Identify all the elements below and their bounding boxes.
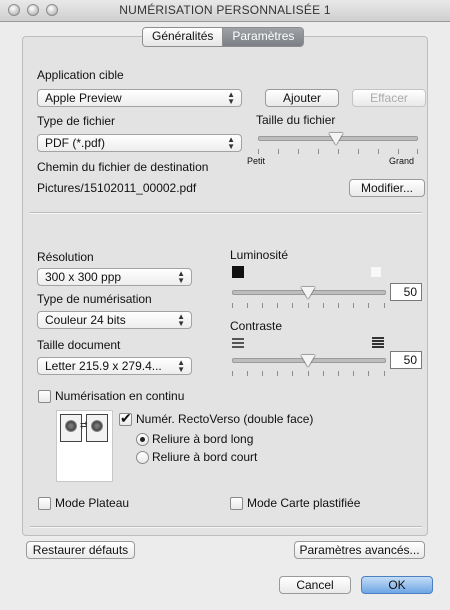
short-edge-radio[interactable] bbox=[136, 451, 149, 464]
duplex-checkbox[interactable] bbox=[119, 410, 132, 427]
long-edge-radio[interactable] bbox=[136, 433, 149, 446]
target-app-value: Apple Preview bbox=[45, 91, 122, 105]
file-size-label: Taille du fichier bbox=[256, 113, 336, 127]
select-arrows-icon: ▲ ▼ bbox=[177, 358, 185, 374]
arrow-icon: ⇄ bbox=[80, 420, 88, 430]
bottom-divider bbox=[30, 526, 422, 528]
window-title: NUMÉRISATION PERSONNALISÉE 1 bbox=[119, 3, 331, 17]
document-size-value: Letter 215.9 x 279.4... bbox=[45, 359, 162, 373]
brightness-slider-thumb[interactable] bbox=[301, 287, 315, 299]
file-size-ticks bbox=[258, 149, 418, 154]
select-arrows-icon: ▲ ▼ bbox=[227, 90, 235, 106]
light-square-icon bbox=[370, 266, 382, 278]
contrast-ticks bbox=[232, 371, 386, 376]
section-divider bbox=[30, 212, 422, 214]
duplex-label: Numér. RectoVerso (double face) bbox=[136, 412, 314, 426]
tab-parameters[interactable]: Paramètres bbox=[222, 28, 304, 46]
scan-type-select[interactable]: Couleur 24 bits ▲ ▼ bbox=[37, 311, 192, 329]
select-arrows-icon: ▲ ▼ bbox=[227, 135, 235, 151]
file-size-slider-thumb[interactable] bbox=[329, 133, 343, 145]
brightness-label: Luminosité bbox=[230, 248, 289, 262]
resolution-label: Résolution bbox=[37, 250, 94, 264]
resolution-value: 300 x 300 ppp bbox=[45, 270, 122, 284]
duplex-page-front-icon bbox=[60, 414, 82, 442]
file-type-value: PDF (*.pdf) bbox=[45, 136, 106, 150]
dark-square-icon bbox=[232, 266, 244, 278]
flatbed-mode-label: Mode Plateau bbox=[55, 496, 130, 510]
continuous-scan-checkbox[interactable] bbox=[38, 390, 51, 403]
select-arrows-icon: ▲ ▼ bbox=[177, 269, 185, 285]
delete-button[interactable]: Effacer bbox=[352, 89, 426, 107]
file-type-label: Type de fichier bbox=[37, 114, 116, 128]
restore-defaults-button[interactable]: Restaurer défauts bbox=[26, 541, 135, 559]
scan-type-label: Type de numérisation bbox=[37, 292, 152, 306]
advanced-settings-button[interactable]: Paramètres avancés... bbox=[294, 541, 425, 559]
brightness-ticks bbox=[232, 303, 386, 308]
low-contrast-icon bbox=[232, 337, 244, 349]
document-size-label: Taille document bbox=[37, 338, 121, 352]
document-size-select[interactable]: Letter 215.9 x 279.4... ▲ ▼ bbox=[37, 357, 192, 375]
target-app-label: Application cible bbox=[37, 68, 124, 82]
file-size-min-label: Petit bbox=[247, 156, 266, 166]
contrast-slider-thumb[interactable] bbox=[301, 355, 315, 367]
duplex-page-back-icon bbox=[86, 414, 108, 442]
add-button[interactable]: Ajouter bbox=[265, 89, 339, 107]
plastic-card-checkbox[interactable] bbox=[230, 497, 243, 510]
modify-path-button[interactable]: Modifier... bbox=[349, 179, 425, 197]
short-edge-label: Reliure à bord court bbox=[152, 450, 258, 464]
plastic-card-label: Mode Carte plastifiée bbox=[247, 496, 361, 510]
destination-path-label: Chemin du fichier de destination bbox=[37, 160, 209, 174]
contrast-value-field[interactable]: 50 bbox=[390, 351, 422, 369]
tab-bar: Généralités Paramètres bbox=[142, 27, 305, 47]
cancel-button[interactable]: Cancel bbox=[279, 576, 351, 594]
continuous-scan-label: Numérisation en continu bbox=[55, 389, 185, 403]
select-arrows-icon: ▲ ▼ bbox=[177, 312, 185, 328]
tab-general[interactable]: Généralités bbox=[143, 28, 223, 46]
resolution-select[interactable]: 300 x 300 ppp ▲ ▼ bbox=[37, 268, 192, 286]
destination-path-value: Pictures/15102011_00002.pdf bbox=[37, 181, 197, 195]
contrast-label: Contraste bbox=[230, 319, 283, 333]
high-contrast-icon bbox=[372, 337, 384, 349]
scan-type-value: Couleur 24 bits bbox=[45, 313, 126, 327]
brightness-value-field[interactable]: 50 bbox=[390, 283, 422, 301]
flatbed-mode-checkbox[interactable] bbox=[38, 497, 51, 510]
file-size-max-label: Grand bbox=[389, 156, 415, 166]
target-app-select[interactable]: Apple Preview ▲ ▼ bbox=[37, 89, 242, 107]
long-edge-label: Reliure à bord long bbox=[152, 432, 254, 446]
ok-button[interactable]: OK bbox=[361, 576, 433, 594]
file-type-select[interactable]: PDF (*.pdf) ▲ ▼ bbox=[37, 134, 242, 152]
